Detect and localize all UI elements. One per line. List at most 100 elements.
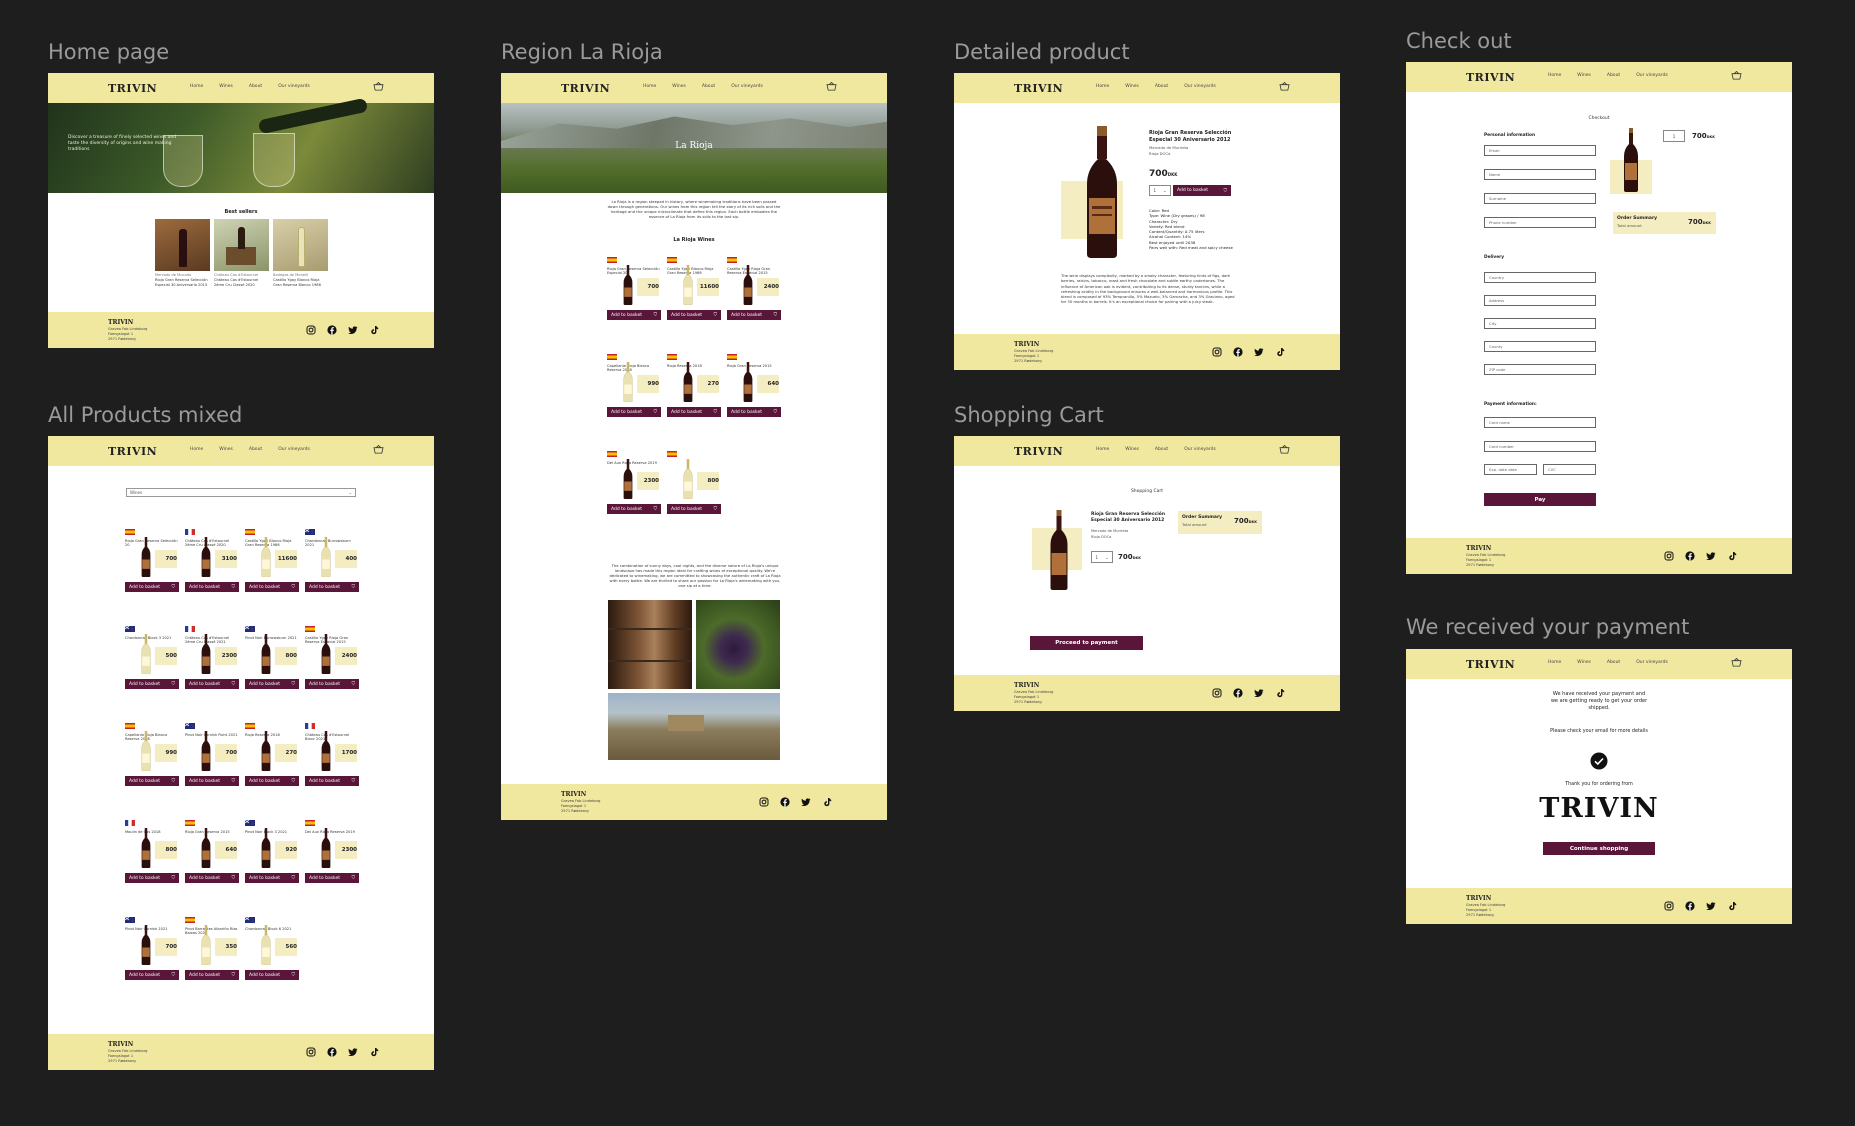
add-to-basket-button[interactable]: Add to basket ⛉: [727, 407, 781, 417]
logo[interactable]: TRIVIN: [561, 82, 610, 95]
nav-home[interactable]: Home: [190, 447, 203, 452]
instagram-icon[interactable]: [1212, 688, 1222, 698]
product-card[interactable]: Del Aux Rioja Reserva 2019 2300 Add to bas…: [305, 811, 359, 892]
basket-icon[interactable]: [826, 82, 837, 91]
twitter-icon[interactable]: [801, 797, 811, 807]
nav-vineyards[interactable]: Our vineyards: [1636, 660, 1668, 665]
tiktok-icon[interactable]: [369, 325, 379, 335]
instagram-icon[interactable]: [1664, 551, 1674, 561]
add-to-basket-button[interactable]: Add to basket ⛉: [125, 582, 179, 592]
best-seller-card[interactable]: Château Cos d'Estournel Château Cos d'Es…: [214, 219, 269, 287]
nav-vineyards[interactable]: Our vineyards: [278, 84, 310, 89]
exp-date-field[interactable]: Exp. date date: [1484, 464, 1537, 475]
add-to-basket-button[interactable]: Add to basket ⛉: [185, 679, 239, 689]
surname-field[interactable]: Surname: [1484, 193, 1596, 204]
instagram-icon[interactable]: [759, 797, 769, 807]
add-to-basket-button[interactable]: Add to basket ⛉: [245, 776, 299, 786]
nav-home[interactable]: Home: [1096, 447, 1109, 452]
nav-home[interactable]: Home: [190, 84, 203, 89]
nav-home[interactable]: Home: [1548, 73, 1561, 78]
facebook-icon[interactable]: [327, 1047, 337, 1057]
product-card[interactable]: Castillo Ygay Rioja Gran Reserva Especia…: [305, 617, 359, 698]
nav-wines[interactable]: Wines: [219, 84, 233, 89]
product-card[interactable]: Chardonnay Block 3 2021 500 Add to basket ⛉: [124, 617, 179, 698]
tiktok-icon[interactable]: [1727, 551, 1737, 561]
product-card[interactable]: Pinot Noir Cornish Point 2021 700 Add to b…: [184, 714, 239, 795]
add-to-basket-button[interactable]: Add to basket ⛉: [245, 582, 299, 592]
tiktok-icon[interactable]: [1275, 688, 1285, 698]
nav-vineyards[interactable]: Our vineyards: [1636, 73, 1668, 78]
facebook-icon[interactable]: [780, 797, 790, 807]
card-name-field[interactable]: Card name: [1484, 417, 1596, 428]
add-to-basket-button[interactable]: Add to basket ⛉: [125, 970, 179, 980]
add-to-basket-button[interactable]: Add to basket ⛉: [607, 310, 661, 320]
add-to-basket-button[interactable]: Add to basket ⛉: [245, 873, 299, 883]
facebook-icon[interactable]: [1685, 901, 1695, 911]
twitter-icon[interactable]: [1706, 901, 1716, 911]
facebook-icon[interactable]: [327, 325, 337, 335]
instagram-icon[interactable]: [1664, 901, 1674, 911]
product-card[interactable]: 800 Add to basket ⛉: [667, 442, 721, 523]
product-card[interactable]: Capellania Rioja Blanco Reserva 2018 990 A…: [125, 714, 179, 795]
nav-about[interactable]: About: [1607, 660, 1620, 665]
add-to-basket-button[interactable]: Add to basket ⛉: [607, 504, 661, 514]
add-to-basket-button[interactable]: Add to basket ⛉: [667, 407, 721, 417]
product-card[interactable]: Pinot Barrantes Albariño Rías Baixas 202…: [185, 908, 239, 989]
pay-button[interactable]: Pay: [1484, 493, 1596, 506]
basket-icon[interactable]: [373, 445, 384, 454]
phone-field[interactable]: Phone number: [1484, 217, 1596, 228]
twitter-icon[interactable]: [1254, 688, 1264, 698]
product-card[interactable]: Castillo Ygay Rioja Gran Reserva Especia…: [727, 248, 781, 329]
product-card[interactable]: Pinot Noir Block 3 2021 920 Add to basket ⛉: [244, 811, 299, 892]
email-field[interactable]: Email: [1484, 145, 1596, 156]
twitter-icon[interactable]: [1706, 551, 1716, 561]
add-to-basket-button[interactable]: Add to basket ⛉: [185, 582, 239, 592]
zip-field[interactable]: ZIP code: [1484, 364, 1596, 375]
nav-wines[interactable]: Wines: [1577, 660, 1591, 665]
facebook-icon[interactable]: [1233, 347, 1243, 357]
nav-wines[interactable]: Wines: [1577, 73, 1591, 78]
product-card[interactable]: Moulin de Cos 2018 800 Add to basket ⛉: [125, 811, 179, 892]
add-to-basket-button[interactable]: Add to basket ⛉: [305, 679, 359, 689]
logo[interactable]: TRIVIN: [1014, 82, 1063, 95]
card-number-field[interactable]: Card number: [1484, 441, 1596, 452]
nav-wines[interactable]: Wines: [1125, 84, 1139, 89]
twitter-icon[interactable]: [348, 325, 358, 335]
logo[interactable]: TRIVIN: [108, 445, 157, 458]
instagram-icon[interactable]: [306, 1047, 316, 1057]
nav-vineyards[interactable]: Our vineyards: [731, 84, 763, 89]
product-card[interactable]: Del Aux Rioja Reserva 2019 2300 Add to bas…: [607, 442, 661, 523]
add-to-basket-button[interactable]: Add to basket ⛉: [667, 310, 721, 320]
nav-home[interactable]: Home: [1096, 84, 1109, 89]
add-to-basket-button[interactable]: Add to basket ⛉: [125, 776, 179, 786]
logo[interactable]: TRIVIN: [1014, 445, 1063, 458]
nav-wines[interactable]: Wines: [1125, 447, 1139, 452]
add-to-basket-button[interactable]: Add to basket ⛉: [667, 504, 721, 514]
wine-filter-select[interactable]: Wines ⌄: [126, 488, 356, 497]
county-field[interactable]: County: [1484, 341, 1596, 352]
nav-vineyards[interactable]: Our vineyards: [1184, 84, 1216, 89]
facebook-icon[interactable]: [1233, 688, 1243, 698]
product-card[interactable]: Chardonnay Burrowsburn 2021 400 Add to bas…: [304, 520, 359, 601]
city-field[interactable]: City: [1484, 318, 1596, 329]
product-card[interactable]: Rioja Gran Reserva Selección 20 700 Add to…: [125, 520, 179, 601]
basket-icon[interactable]: [1731, 71, 1742, 80]
basket-icon[interactable]: [1279, 445, 1290, 454]
instagram-icon[interactable]: [306, 325, 316, 335]
product-card[interactable]: Rioja Gran Reserva Selección Especial 20…: [607, 248, 661, 329]
product-card[interactable]: Capellania Rioja Blanco Reserva 2018 990 A…: [607, 345, 661, 426]
best-seller-card[interactable]: Bodegas de Monelli Castillo Ygay Blanco …: [273, 219, 328, 287]
nav-vineyards[interactable]: Our vineyards: [1184, 447, 1216, 452]
product-card[interactable]: Rioja Reserva 2018 270 Add to basket ⛉: [667, 345, 721, 426]
nav-vineyards[interactable]: Our vineyards: [278, 447, 310, 452]
add-to-basket-button[interactable]: Add to basket ⛉: [125, 873, 179, 883]
nav-wines[interactable]: Wines: [219, 447, 233, 452]
add-to-basket-button[interactable]: Add to basket ⛉: [245, 970, 299, 980]
product-card[interactable]: Castillo Ygay Blanco Rioja Gran Reserva …: [667, 248, 721, 329]
logo[interactable]: TRIVIN: [108, 82, 157, 95]
basket-icon[interactable]: [1731, 658, 1742, 667]
product-card[interactable]: Château Cos d'Estournel Blanc 2021 1700 Ad…: [305, 714, 359, 795]
add-to-basket-button[interactable]: Add to basket ⛉: [305, 582, 359, 592]
nav-about[interactable]: About: [702, 84, 715, 89]
add-to-basket-button[interactable]: Add to basket ⛉: [305, 776, 359, 786]
